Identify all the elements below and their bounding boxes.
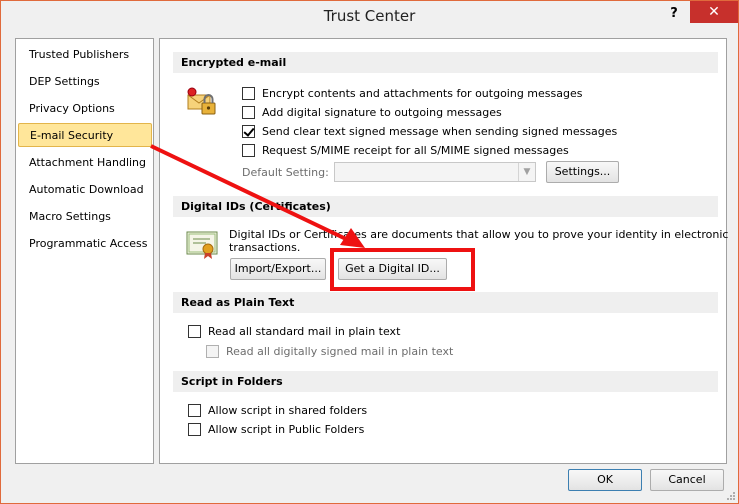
- send-clear-text-checkbox[interactable]: [242, 124, 255, 138]
- help-button[interactable]: ?: [666, 4, 682, 24]
- sidebar: Trusted Publishers DEP Settings Privacy …: [15, 38, 154, 464]
- ok-button[interactable]: OK: [568, 469, 642, 491]
- digital-ids-description: Digital IDs or Certificates are document…: [229, 228, 728, 254]
- read-signed-plain-text-option[interactable]: Read all digitally signed mail in plain …: [206, 343, 453, 359]
- certificate-icon: [186, 231, 218, 259]
- window-title: Trust Center: [323, 7, 416, 25]
- chevron-down-icon: ▼: [518, 163, 535, 181]
- default-setting-label: Default Setting:: [242, 166, 329, 179]
- sidebar-item-macro-settings[interactable]: Macro Settings: [18, 205, 152, 229]
- section-header-encrypted-email: Encrypted e-mail: [173, 52, 718, 73]
- title-bar: Trust Center ? ✕: [1, 1, 738, 31]
- close-button[interactable]: ✕: [690, 1, 738, 23]
- digital-ids-description-line2: transactions.: [229, 241, 301, 254]
- send-clear-text-option[interactable]: Send clear text signed message when send…: [242, 123, 617, 139]
- request-smime-checkbox[interactable]: [242, 143, 255, 157]
- settings-button[interactable]: Settings...: [546, 161, 619, 183]
- import-export-button[interactable]: Import/Export...: [230, 258, 326, 280]
- add-signature-label: Add digital signature to outgoing messag…: [262, 105, 502, 119]
- encrypt-contents-checkbox[interactable]: [242, 86, 255, 100]
- section-header-plain-text: Read as Plain Text: [173, 292, 718, 313]
- script-public-folders-option[interactable]: Allow script in Public Folders: [188, 421, 364, 437]
- sidebar-item-trusted-publishers[interactable]: Trusted Publishers: [18, 43, 152, 67]
- add-signature-checkbox[interactable]: [242, 105, 255, 119]
- read-signed-plain-text-checkbox[interactable]: [206, 344, 219, 358]
- script-shared-folders-label: Allow script in shared folders: [208, 403, 368, 417]
- section-header-script-folders: Script in Folders: [173, 371, 718, 392]
- encrypt-contents-option[interactable]: Encrypt contents and attachments for out…: [242, 85, 582, 101]
- digital-ids-description-line1: Digital IDs or Certificates are document…: [229, 228, 729, 241]
- sidebar-item-automatic-download[interactable]: Automatic Download: [18, 178, 152, 202]
- read-plain-text-checkbox[interactable]: [188, 324, 201, 338]
- section-header-digital-ids: Digital IDs (Certificates): [173, 196, 718, 217]
- add-signature-option[interactable]: Add digital signature to outgoing messag…: [242, 104, 502, 120]
- sidebar-item-attachment-handling[interactable]: Attachment Handling: [18, 151, 152, 175]
- annotation-highlight-box: [330, 248, 475, 291]
- sidebar-item-dep-settings[interactable]: DEP Settings: [18, 70, 152, 94]
- trust-center-window: Trust Center ? ✕ Trusted Publishers DEP …: [0, 0, 739, 504]
- read-plain-text-option[interactable]: Read all standard mail in plain text: [188, 323, 400, 339]
- cancel-button[interactable]: Cancel: [650, 469, 724, 491]
- request-smime-label: Request S/MIME receipt for all S/MIME si…: [262, 143, 569, 157]
- encrypt-contents-label: Encrypt contents and attachments for out…: [262, 86, 583, 100]
- sidebar-item-privacy-options[interactable]: Privacy Options: [18, 97, 152, 121]
- sidebar-item-programmatic-access[interactable]: Programmatic Access: [18, 232, 152, 256]
- read-signed-plain-text-label: Read all digitally signed mail in plain …: [226, 344, 454, 358]
- sidebar-item-email-security[interactable]: E-mail Security: [18, 123, 152, 147]
- lock-envelope-icon: [187, 87, 216, 115]
- resize-grip-icon[interactable]: [726, 491, 736, 501]
- request-smime-option[interactable]: Request S/MIME receipt for all S/MIME si…: [242, 142, 569, 158]
- script-shared-folders-option[interactable]: Allow script in shared folders: [188, 402, 367, 418]
- script-public-folders-checkbox[interactable]: [188, 422, 201, 436]
- script-shared-folders-checkbox[interactable]: [188, 403, 201, 417]
- default-setting-select[interactable]: ▼: [334, 162, 536, 182]
- script-public-folders-label: Allow script in Public Folders: [208, 422, 365, 436]
- send-clear-text-label: Send clear text signed message when send…: [262, 124, 618, 138]
- read-plain-text-label: Read all standard mail in plain text: [208, 324, 401, 338]
